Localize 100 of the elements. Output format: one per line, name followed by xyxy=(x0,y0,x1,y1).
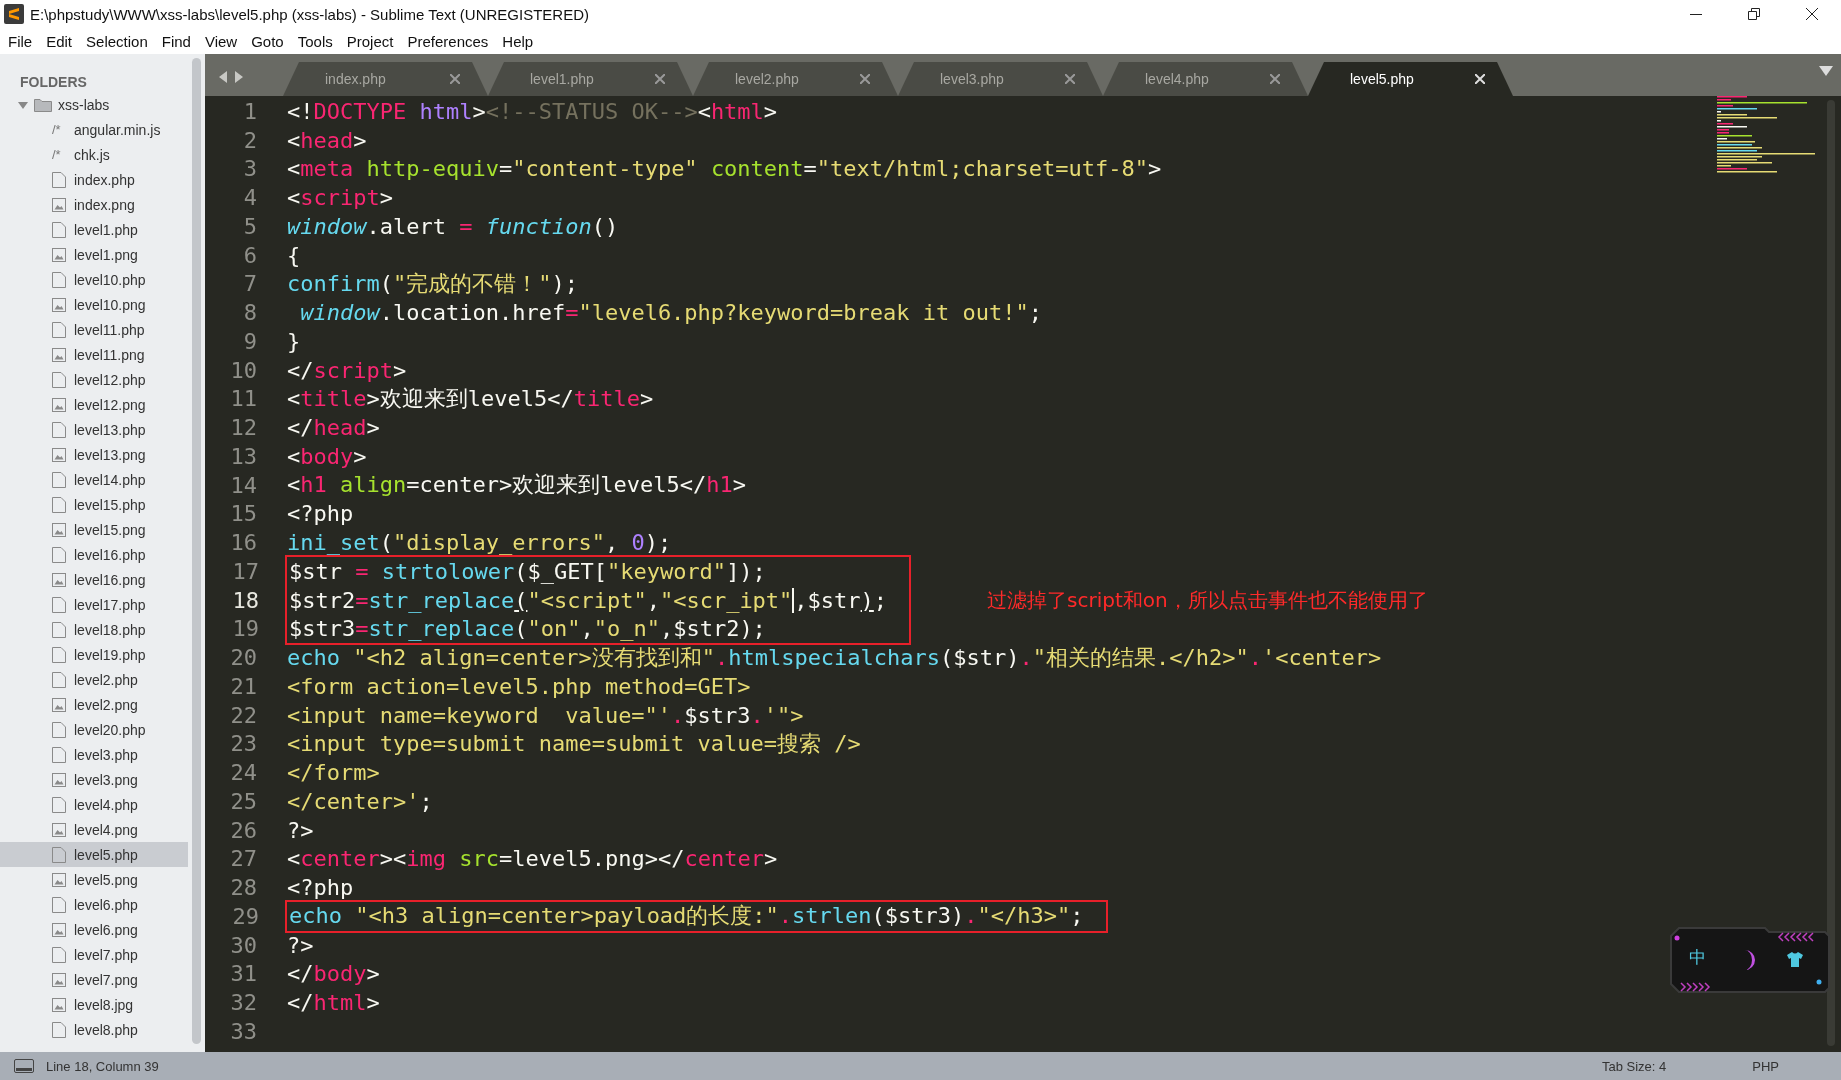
line-number: 8 xyxy=(242,300,258,326)
shirt-icon[interactable] xyxy=(1787,952,1803,967)
menu-item[interactable]: Find xyxy=(155,32,199,50)
file-icon xyxy=(52,271,66,288)
sidebar-item[interactable]: level5.php xyxy=(0,842,188,867)
tab-size-indicator[interactable]: Tab Size: 4 xyxy=(1601,1058,1667,1074)
sidebar-item[interactable]: level15.png xyxy=(0,517,188,542)
sidebar-item[interactable]: level17.php xyxy=(0,592,188,617)
sidebar-item[interactable]: level12.php xyxy=(0,367,188,392)
file-icon xyxy=(52,946,66,963)
tab[interactable]: index.php xyxy=(283,62,488,96)
sidebar-item[interactable]: level6.png xyxy=(0,917,188,942)
line-number: 32 xyxy=(229,990,258,1016)
sidebar-item[interactable]: level10.png xyxy=(0,292,188,317)
sidebar-item[interactable]: level14.php xyxy=(0,467,188,492)
line-number: 15 xyxy=(229,501,258,527)
tab[interactable]: level1.php xyxy=(488,62,693,96)
sidebar-item[interactable]: level13.php xyxy=(0,417,188,442)
sidebar-item[interactable]: level18.php xyxy=(0,617,188,642)
tab[interactable]: level5.php xyxy=(1308,62,1513,96)
sidebar-item[interactable]: level2.png xyxy=(0,692,188,717)
sidebar-item[interactable]: level8.jpg xyxy=(0,992,188,1017)
sidebar-item[interactable]: level16.png xyxy=(0,567,188,592)
sidebar-item[interactable]: level8.php xyxy=(0,1017,188,1042)
image-icon xyxy=(52,972,66,987)
menu-item[interactable]: Project xyxy=(340,32,402,50)
sidebar-item[interactable]: /* angular.min.js xyxy=(0,117,188,142)
script-icon: /* xyxy=(52,122,66,137)
sidebar-item[interactable]: level11.png xyxy=(0,342,188,367)
sidebar-item[interactable]: level2.php xyxy=(0,667,188,692)
sidebar-item[interactable]: level10.php xyxy=(0,267,188,292)
image-icon xyxy=(52,522,66,537)
line-number: 17 xyxy=(231,558,260,584)
sidebar-item[interactable]: level5.png xyxy=(0,867,188,892)
ime-mode-label[interactable]: 中 xyxy=(1689,946,1706,969)
annotation-note: 过滤掉了script和on，所以点击事件也不能使用了 xyxy=(987,586,1428,614)
code-line: </form> xyxy=(287,760,380,786)
sidebar-item[interactable]: level1.png xyxy=(0,242,188,267)
dropdown-arrow-icon[interactable] xyxy=(1819,66,1833,76)
chevrons-icon xyxy=(1679,982,1711,992)
sidebar-item[interactable]: level16.php xyxy=(0,542,188,567)
menu-item[interactable]: Help xyxy=(496,32,542,50)
sidebar-item[interactable]: level3.php xyxy=(0,742,188,767)
line-number: 9 xyxy=(242,328,258,354)
sidebar-item[interactable]: level19.php xyxy=(0,642,188,667)
code-line: <head> xyxy=(287,127,367,153)
sidebar-item[interactable]: level20.php xyxy=(0,717,188,742)
sidebar-item[interactable]: level6.php xyxy=(0,892,188,917)
code-line: { xyxy=(287,242,301,268)
syntax-indicator[interactable]: PHP xyxy=(1752,1058,1779,1074)
sidebar-item[interactable]: level13.png xyxy=(0,442,188,467)
image-icon xyxy=(52,997,66,1012)
folder-item[interactable]: xss-labs xyxy=(0,92,188,117)
line-number: 14 xyxy=(229,472,258,498)
tab[interactable]: level2.php xyxy=(693,62,898,96)
code-line: <?php xyxy=(287,501,354,527)
scrollbar[interactable] xyxy=(1827,100,1835,1046)
tab[interactable]: level3.php xyxy=(898,62,1103,96)
sidebar-item[interactable]: level4.png xyxy=(0,817,188,842)
menu-item[interactable]: Selection xyxy=(80,32,156,50)
sidebar-item[interactable]: index.png xyxy=(0,192,188,217)
line-number: 30 xyxy=(229,932,258,958)
sidebar-item[interactable]: level7.php xyxy=(0,942,188,967)
menu-item[interactable]: Tools xyxy=(291,32,341,50)
file-icon xyxy=(52,671,66,688)
tab[interactable]: level4.php xyxy=(1103,62,1308,96)
sidebar-item[interactable]: level15.php xyxy=(0,492,188,517)
code-line: ini_set("display_errors", 0); xyxy=(287,530,672,556)
menu-item[interactable]: Goto xyxy=(245,32,292,50)
sidebar-item[interactable]: /* chk.js xyxy=(0,142,188,167)
image-icon xyxy=(52,347,66,362)
panel-toggle-icon[interactable] xyxy=(14,1059,34,1073)
file-icon xyxy=(52,846,66,863)
file-icon xyxy=(52,721,66,738)
sidebar-item[interactable]: level12.png xyxy=(0,392,188,417)
line-number: 12 xyxy=(229,415,258,441)
code-line: </center>'; xyxy=(287,788,433,814)
image-icon xyxy=(52,922,66,937)
scrollbar[interactable] xyxy=(192,58,201,1044)
file-icon xyxy=(52,1021,66,1038)
menu-item[interactable]: Edit xyxy=(40,32,81,50)
file-icon xyxy=(52,371,66,388)
code-line: $str3=str_replace("on","o_n",$str2); xyxy=(289,616,766,642)
code-line: </head> xyxy=(287,415,380,441)
line-number: 10 xyxy=(229,357,258,383)
sidebar-item[interactable]: level3.png xyxy=(0,767,188,792)
code-line: <input name=keyword value="'.$str3.'"> xyxy=(287,702,804,728)
menu-item[interactable]: View xyxy=(198,32,246,50)
sidebar-item[interactable]: level7.png xyxy=(0,967,188,992)
menu-item[interactable]: File xyxy=(2,32,41,50)
tab-nav-arrows-icon[interactable] xyxy=(219,71,245,83)
sidebar-item[interactable]: level11.php xyxy=(0,317,188,342)
line-number: 2 xyxy=(242,127,258,153)
image-icon xyxy=(52,247,66,262)
sidebar-item[interactable]: level4.php xyxy=(0,792,188,817)
menu-item[interactable]: Preferences xyxy=(401,32,497,50)
sidebar-item[interactable]: index.php xyxy=(0,167,188,192)
sidebar-item[interactable]: level1.php xyxy=(0,217,188,242)
file-icon xyxy=(52,796,66,813)
line-number: 28 xyxy=(229,875,258,901)
